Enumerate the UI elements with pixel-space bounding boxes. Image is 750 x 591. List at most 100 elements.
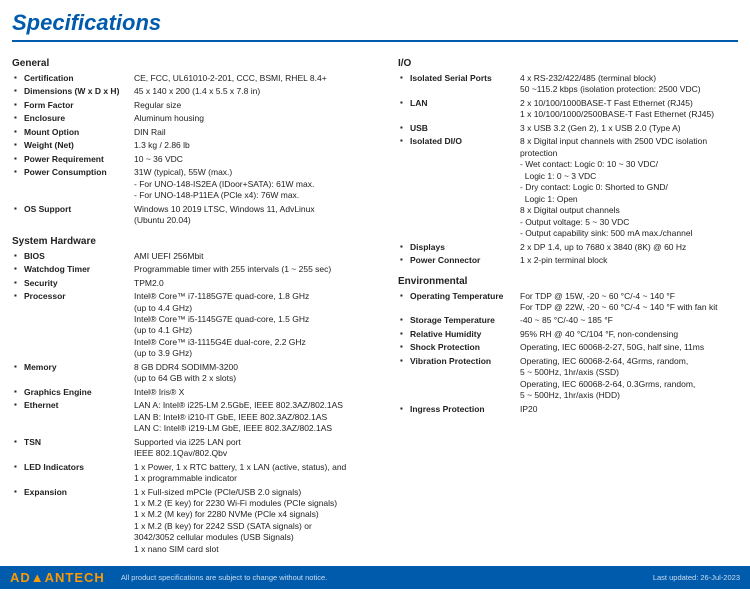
spec-value: LAN A: Intel® i225-LM 2.5GbE, IEEE 802.3… [132, 399, 382, 435]
spec-row: ▪Storage Temperature-40 ~ 85 °C/-40 ~ 18… [398, 314, 738, 327]
right-column: I/O ▪Isolated Serial Ports4 x RS-232/422… [398, 50, 738, 556]
spec-label: Expansion [22, 486, 132, 557]
footer-logo-brand: ▲ [31, 570, 45, 585]
main-content: General ▪CertificationCE, FCC, UL61010-2… [12, 50, 738, 556]
spec-row: ▪Mount OptionDIN Rail [12, 126, 382, 139]
spec-label: Ethernet [22, 399, 132, 435]
bullet-icon: ▪ [12, 139, 22, 152]
spec-row: ▪BIOSAMI UEFI 256Mbit [12, 250, 382, 263]
spec-label: Operating Temperature [408, 290, 518, 315]
spec-label: Certification [22, 72, 132, 85]
spec-value: Intel® Iris® X [132, 386, 382, 399]
bullet-icon: ▪ [398, 135, 408, 240]
spec-value: 1 x 2-pin terminal block [518, 254, 738, 267]
bullet-icon: ▪ [398, 341, 408, 354]
bullet-icon: ▪ [12, 112, 22, 125]
spec-label: Memory [22, 361, 132, 386]
bullet-icon: ▪ [12, 461, 22, 486]
footer-logo: AD▲ANTECH [10, 570, 105, 585]
spec-row: ▪Shock ProtectionOperating, IEC 60068-2-… [398, 341, 738, 354]
bullet-icon: ▪ [398, 314, 408, 327]
spec-value: 4 x RS-232/422/485 (terminal block) 50 ~… [518, 72, 738, 97]
system-hardware-table: ▪BIOSAMI UEFI 256Mbit▪Watchdog TimerProg… [12, 250, 382, 557]
spec-row: ▪Dimensions (W x D x H)45 x 140 x 200 (1… [12, 85, 382, 98]
spec-value: 2 x 10/100/1000BASE-T Fast Ethernet (RJ4… [518, 97, 738, 122]
bullet-icon: ▪ [12, 263, 22, 276]
bullet-icon: ▪ [12, 277, 22, 290]
spec-value: Programmable timer with 255 intervals (1… [132, 263, 382, 276]
spec-label: TSN [22, 436, 132, 461]
spec-label: Shock Protection [408, 341, 518, 354]
section-environmental: Environmental [398, 276, 738, 287]
spec-label: Mount Option [22, 126, 132, 139]
spec-row: ▪EnclosureAluminum housing [12, 112, 382, 125]
spec-label: Enclosure [22, 112, 132, 125]
page-container: Specifications General ▪CertificationCE,… [0, 0, 750, 556]
spec-value: 3 x USB 3.2 (Gen 2), 1 x USB 2.0 (Type A… [518, 122, 738, 135]
spec-row: ▪Power Connector1 x 2-pin terminal block [398, 254, 738, 267]
page-title: Specifications [12, 10, 738, 42]
spec-row: ▪SecurityTPM2.0 [12, 277, 382, 290]
bullet-icon: ▪ [398, 403, 408, 416]
spec-value: 8 x Digital input channels with 2500 VDC… [518, 135, 738, 240]
bullet-icon: ▪ [12, 166, 22, 202]
spec-label: LAN [408, 97, 518, 122]
spec-row: ▪Graphics EngineIntel® Iris® X [12, 386, 382, 399]
spec-label: Power Connector [408, 254, 518, 267]
spec-value: 1 x Power, 1 x RTC battery, 1 x LAN (act… [132, 461, 382, 486]
spec-row: ▪Ingress ProtectionIP20 [398, 403, 738, 416]
spec-value: 2 x DP 1.4, up to 7680 x 3840 (8K) @ 60 … [518, 241, 738, 254]
spec-value: -40 ~ 85 °C/-40 ~ 185 °F [518, 314, 738, 327]
spec-row: ▪Power Consumption31W (typical), 55W (ma… [12, 166, 382, 202]
spec-value: 1.3 kg / 2.86 lb [132, 139, 382, 152]
bullet-icon: ▪ [12, 72, 22, 85]
spec-label: Security [22, 277, 132, 290]
bullet-icon: ▪ [398, 355, 408, 403]
spec-value: Operating, IEC 60068-2-27, 50G, half sin… [518, 341, 738, 354]
footer-logo-prefix: AD [10, 570, 31, 585]
spec-value: Aluminum housing [132, 112, 382, 125]
spec-row: ▪Expansion1 x Full-sized mPCle (PCle/USB… [12, 486, 382, 557]
spec-value: CE, FCC, UL61010-2-201, CCC, BSMI, RHEL … [132, 72, 382, 85]
spec-row: ▪LAN2 x 10/100/1000BASE-T Fast Ethernet … [398, 97, 738, 122]
spec-label: Watchdog Timer [22, 263, 132, 276]
bullet-icon: ▪ [12, 99, 22, 112]
spec-label: Processor [22, 290, 132, 361]
left-column: General ▪CertificationCE, FCC, UL61010-2… [12, 50, 382, 556]
general-table: ▪CertificationCE, FCC, UL61010-2-201, CC… [12, 72, 382, 203]
spec-label: USB [408, 122, 518, 135]
spec-label: Power Requirement [22, 153, 132, 166]
spec-value: TPM2.0 [132, 277, 382, 290]
spec-value: 10 ~ 36 VDC [132, 153, 382, 166]
spec-row: ▪Weight (Net)1.3 kg / 2.86 lb [12, 139, 382, 152]
spec-value: 31W (typical), 55W (max.) - For UNO-148-… [132, 166, 382, 202]
bullet-icon: ▪ [398, 122, 408, 135]
spec-row: ▪Memory8 GB DDR4 SODIMM-3200 (up to 64 G… [12, 361, 382, 386]
bullet-icon: ▪ [398, 254, 408, 267]
spec-label: Weight (Net) [22, 139, 132, 152]
spec-label: BIOS [22, 250, 132, 263]
footer-note: All product specifications are subject t… [111, 573, 653, 582]
footer: AD▲ANTECH All product specifications are… [0, 566, 750, 589]
spec-row: ▪Relative Humidity95% RH @ 40 °C/104 °F,… [398, 328, 738, 341]
spec-value: 8 GB DDR4 SODIMM-3200 (up to 64 GB with … [132, 361, 382, 386]
spec-row: ▪ProcessorIntel® Core™ i7-1185G7E quad-c… [12, 290, 382, 361]
spec-label: Relative Humidity [408, 328, 518, 341]
spec-value: 45 x 140 x 200 (1.4 x 5.5 x 7.8 in) [132, 85, 382, 98]
io-table: ▪Isolated Serial Ports4 x RS-232/422/485… [398, 72, 738, 268]
bullet-icon: ▪ [12, 436, 22, 461]
bullet-icon: ▪ [12, 290, 22, 361]
bullet-icon: ▪ [398, 328, 408, 341]
bullet-icon: ▪ [398, 72, 408, 97]
spec-value: AMI UEFI 256Mbit [132, 250, 382, 263]
spec-row: ▪Isolated Serial Ports4 x RS-232/422/485… [398, 72, 738, 97]
bullet-icon: ▪ [398, 241, 408, 254]
spec-label: Dimensions (W x D x H) [22, 85, 132, 98]
section-io: I/O [398, 58, 738, 69]
bullet-icon: ▪ [12, 250, 22, 263]
spec-label: Vibration Protection [408, 355, 518, 403]
spec-value: For TDP @ 15W, -20 ~ 60 °C/-4 ~ 140 °F F… [518, 290, 738, 315]
spec-value: Supported via i225 LAN port IEEE 802.1Qa… [132, 436, 382, 461]
spec-row: ▪TSNSupported via i225 LAN port IEEE 802… [12, 436, 382, 461]
bullet-icon: ▪ [12, 399, 22, 435]
